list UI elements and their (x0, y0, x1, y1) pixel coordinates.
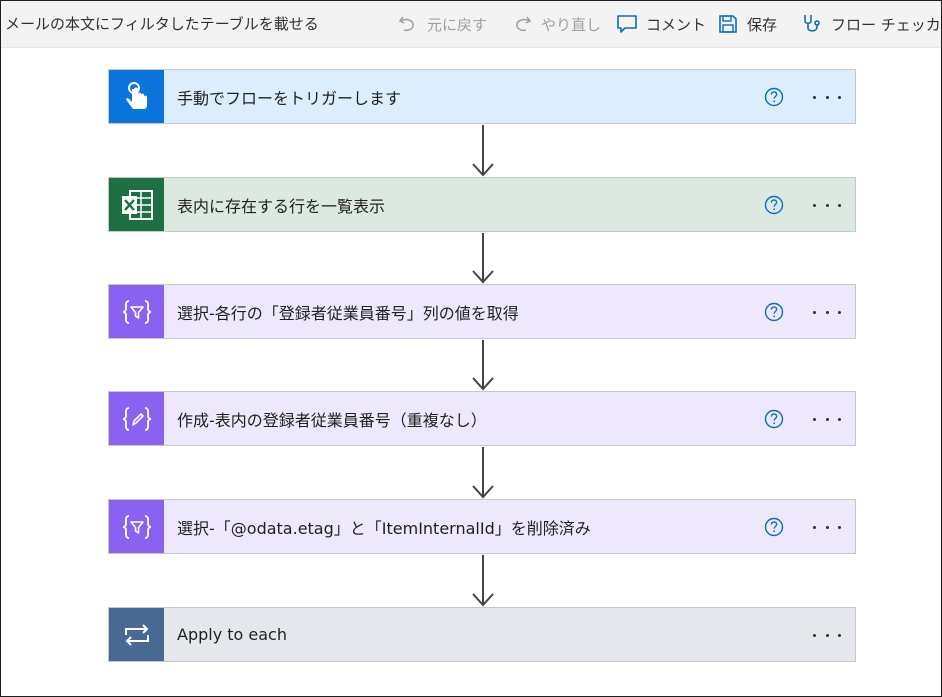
select-filter-icon (109, 500, 164, 553)
flow-step-card[interactable]: 手動でフローをトリガーします (108, 69, 856, 124)
flow-checker-label: フロー チェッカー (831, 15, 942, 34)
undo-icon (397, 13, 419, 35)
connector-arrow-icon (470, 232, 496, 284)
undo-button[interactable]: 元に戻す (397, 11, 487, 37)
help-icon[interactable] (764, 517, 784, 537)
flow-step-card[interactable]: 表内に存在する行を一覧表示 (108, 177, 856, 232)
flow-step-title: 表内に存在する行を一覧表示 (177, 196, 386, 216)
comment-label: コメント (646, 15, 707, 34)
more-options-icon[interactable] (813, 517, 841, 537)
stethoscope-icon (801, 13, 823, 35)
compose-icon (109, 392, 164, 445)
flow-step-title: 作成-表内の登録者従業員番号（重複なし） (177, 410, 487, 430)
connector-arrow-icon (470, 339, 496, 391)
redo-label: やり直し (541, 15, 602, 34)
flow-step-title: 選択-各行の「登録者従業員番号」列の値を取得 (177, 303, 519, 323)
connector-arrow-icon (470, 124, 496, 177)
flow-step-card[interactable]: 選択-各行の「登録者従業員番号」列の値を取得 (108, 284, 856, 339)
more-options-icon[interactable] (813, 302, 841, 322)
flow-step-card[interactable]: Apply to each (108, 607, 856, 662)
flow-step-title: Apply to each (177, 625, 287, 644)
flow-name[interactable]: メールの本文にフィルタしたテーブルを載せる (5, 13, 319, 34)
flow-step-title: 選択-「@odata.etag」と「ItemInternalId」を削除済み (177, 518, 591, 538)
excel-icon (109, 178, 164, 231)
toolbar: メールの本文にフィルタしたテーブルを載せる 元に戻す やり直し コメント 保存 (1, 1, 942, 48)
manual-trigger-icon (109, 70, 164, 123)
flow-step-title: 手動でフローをトリガーします (177, 88, 402, 108)
select-filter-icon (109, 285, 164, 338)
help-icon[interactable] (764, 302, 784, 322)
save-icon (717, 13, 739, 35)
more-options-icon[interactable] (813, 625, 841, 645)
undo-label: 元に戻す (427, 15, 488, 34)
connector-arrow-icon (470, 554, 496, 607)
comment-icon (616, 13, 638, 35)
connector-arrow-icon (470, 446, 496, 499)
help-icon[interactable] (764, 87, 784, 107)
more-options-icon[interactable] (813, 195, 841, 215)
flow-step-card[interactable]: 作成-表内の登録者従業員番号（重複なし） (108, 391, 856, 446)
save-button[interactable]: 保存 (717, 11, 777, 37)
more-options-icon[interactable] (813, 87, 841, 107)
flow-step-card[interactable]: 選択-「@odata.etag」と「ItemInternalId」を削除済み (108, 499, 856, 554)
more-options-icon[interactable] (813, 409, 841, 429)
redo-icon (511, 13, 533, 35)
save-label: 保存 (747, 15, 778, 34)
comment-button[interactable]: コメント (616, 11, 706, 37)
redo-button[interactable]: やり直し (511, 11, 601, 37)
loop-icon (109, 608, 164, 661)
flow-checker-button[interactable]: フロー チェッカー (801, 11, 942, 37)
flow-designer: メールの本文にフィルタしたテーブルを載せる 元に戻す やり直し コメント 保存 (0, 0, 942, 697)
help-icon[interactable] (764, 195, 784, 215)
help-icon[interactable] (764, 409, 784, 429)
